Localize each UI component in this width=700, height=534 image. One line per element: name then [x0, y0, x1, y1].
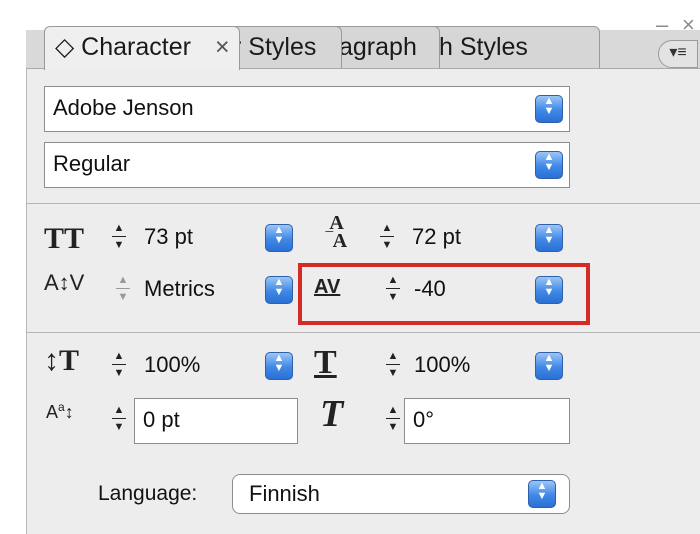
tab-paragraph[interactable]: agraph	[328, 26, 440, 68]
horizontal-scale-arrow-icon[interactable]: ▲ ▼	[535, 352, 563, 380]
vertical-scale-value: 100%	[144, 352, 201, 377]
tab-label: ◇ Character	[55, 33, 191, 61]
panel-menu-icon[interactable]: ▾≡	[658, 40, 698, 68]
vertical-scale-field[interactable]: 100%	[136, 344, 286, 388]
baseline-shift-stepper[interactable]: ▲ ▼	[108, 404, 130, 434]
horizontal-scale-field[interactable]: 100%	[406, 344, 556, 388]
horizontal-scale-icon: T	[314, 344, 337, 381]
kerning-field[interactable]: Metrics	[136, 268, 286, 312]
divider	[26, 332, 700, 333]
language-label: Language:	[98, 482, 198, 505]
vertical-scale-stepper[interactable]: ▲ ▼	[108, 350, 130, 380]
font-family-arrow-icon[interactable]: ▲ ▼	[535, 95, 563, 123]
skew-value: 0°	[413, 407, 435, 432]
vertical-scale-arrow-icon[interactable]: ▲ ▼	[265, 352, 293, 380]
horizontal-scale-stepper[interactable]: ▲ ▼	[382, 350, 404, 380]
font-size-stepper[interactable]: ▲ ▼	[108, 222, 130, 252]
skew-stepper[interactable]: ▲ ▼	[382, 404, 404, 434]
horizontal-scale-value: 100%	[414, 352, 471, 377]
leading-icon: A ‾A	[326, 212, 348, 252]
font-size-value: 73 pt	[144, 224, 193, 249]
tab-paragraph-styles[interactable]: h Styles	[426, 26, 600, 68]
language-value: Finnish	[249, 481, 320, 506]
tab-label: agraph	[339, 33, 417, 61]
leading-arrow-icon[interactable]: ▲ ▼	[535, 224, 563, 252]
skew-field[interactable]: 0°	[404, 398, 570, 444]
font-size-icon: TT	[44, 222, 85, 255]
font-family-dropdown[interactable]: Adobe Jenson	[44, 86, 570, 132]
kerning-icon: A↕V	[44, 270, 85, 295]
font-size-arrow-icon[interactable]: ▲ ▼	[265, 224, 293, 252]
vertical-scale-icon: ↕T	[44, 344, 80, 377]
tab-label: r Styles	[233, 33, 317, 61]
skew-icon: T	[320, 393, 344, 435]
language-arrow-icon[interactable]: ▲ ▼	[528, 480, 556, 508]
baseline-shift-icon: Aa↕	[46, 400, 74, 422]
font-style-value: Regular	[53, 151, 131, 176]
font-style-arrow-icon[interactable]: ▲ ▼	[535, 151, 563, 179]
tab-label: h Styles	[439, 33, 528, 61]
tab-character-styles[interactable]: r Styles	[222, 26, 342, 68]
tracking-highlight-box	[298, 263, 590, 325]
kerning-value: Metrics	[144, 276, 215, 301]
font-style-dropdown[interactable]: Regular	[44, 142, 570, 188]
font-family-value: Adobe Jenson	[53, 95, 194, 120]
baseline-shift-field[interactable]: 0 pt	[134, 398, 298, 444]
leading-stepper[interactable]: ▲ ▼	[376, 222, 398, 252]
language-dropdown[interactable]: Finnish	[232, 474, 570, 514]
tab-character[interactable]: ◇ Character ×	[44, 26, 240, 70]
divider	[26, 203, 700, 204]
close-tab-icon[interactable]: ×	[215, 27, 230, 67]
leading-value: 72 pt	[412, 224, 461, 249]
kerning-stepper[interactable]: ▲ ▼	[112, 274, 134, 304]
kerning-arrow-icon[interactable]: ▲ ▼	[265, 276, 293, 304]
baseline-shift-value: 0 pt	[143, 407, 180, 432]
